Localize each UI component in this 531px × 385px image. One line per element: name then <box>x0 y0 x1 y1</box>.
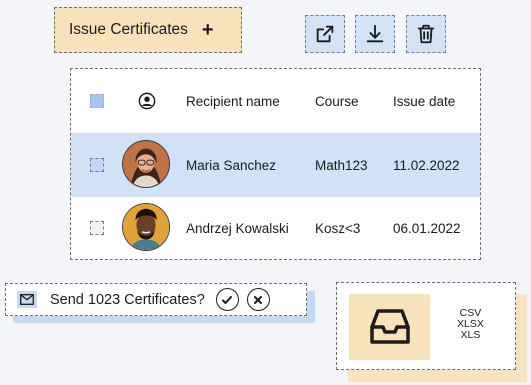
issue-date: 06.01.2022 <box>393 220 461 236</box>
check-icon <box>222 295 233 304</box>
cancel-button[interactable] <box>246 288 270 311</box>
close-icon <box>254 295 263 304</box>
download-button[interactable] <box>355 15 395 53</box>
issue-certificates-label: Issue Certificates <box>69 21 188 38</box>
row-checkbox[interactable] <box>90 221 104 235</box>
recipients-table: Recipient name Course Issue date Maria S… <box>70 68 481 260</box>
header-recipient-name[interactable]: Recipient name <box>186 94 280 109</box>
row-checkbox[interactable] <box>90 158 104 172</box>
inbox-button[interactable] <box>349 294 430 360</box>
select-all-checkbox[interactable] <box>90 94 104 108</box>
avatar <box>122 139 170 191</box>
export-formats: CSV XLSX XLS <box>457 308 484 341</box>
recipient-name: Maria Sanchez <box>186 157 277 173</box>
header-course[interactable]: Course <box>315 94 359 109</box>
issue-date: 11.02.2022 <box>393 157 460 173</box>
avatar <box>122 202 170 254</box>
trash-icon <box>417 24 435 44</box>
inbox-icon <box>369 309 410 344</box>
table-row[interactable]: Andrzej Kowalski Kosz<3 06.01.2022 <box>71 197 480 259</box>
recipient-name: Andrzej Kowalski <box>186 220 289 236</box>
delete-button[interactable] <box>406 15 446 53</box>
share-export-button[interactable] <box>305 15 345 53</box>
table-header-row: Recipient name Course Issue date <box>71 69 480 133</box>
share-export-icon <box>316 25 334 43</box>
download-icon <box>366 24 384 43</box>
user-icon <box>138 92 156 110</box>
format-xls[interactable]: XLS <box>457 330 484 341</box>
mail-icon <box>17 291 37 308</box>
table-row[interactable]: Maria Sanchez Math123 11.02.2022 <box>71 133 480 197</box>
issue-certificates-button[interactable]: Issue Certificates + <box>54 7 242 53</box>
header-issue-date[interactable]: Issue date <box>393 94 455 109</box>
confirm-button[interactable] <box>215 288 239 311</box>
send-confirmation: Send 1023 Certificates? <box>5 283 315 323</box>
course-name: Math123 <box>315 157 368 173</box>
plus-icon: + <box>201 19 214 41</box>
course-name: Kosz<3 <box>315 220 361 236</box>
export-panel: CSV XLSX XLS <box>336 282 527 382</box>
send-label: Send 1023 Certificates? <box>50 291 205 308</box>
